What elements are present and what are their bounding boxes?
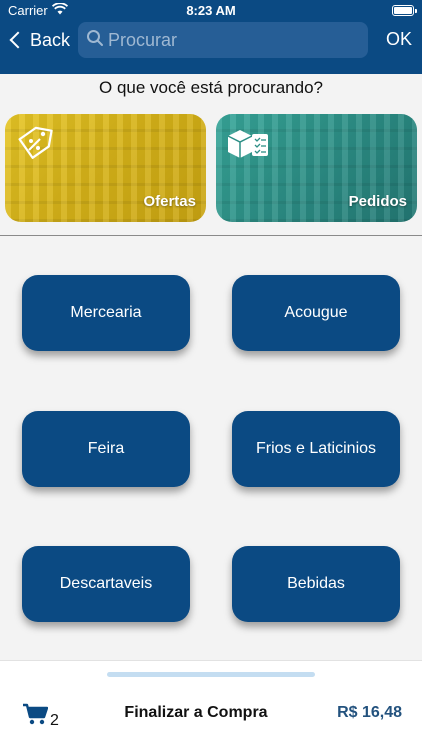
- promo-label-ofertas: Ofertas: [143, 193, 196, 210]
- battery-icon: [392, 5, 417, 16]
- category-acougue[interactable]: Acougue: [232, 275, 400, 351]
- status-bar: Carrier 8:23 AM: [0, 0, 422, 22]
- back-button[interactable]: Back: [8, 28, 70, 52]
- search-bar[interactable]: [78, 22, 368, 58]
- status-time: 8:23 AM: [186, 3, 236, 18]
- checkout-footer: 2 Finalizar a Compra R$ 16,48: [0, 660, 422, 750]
- category-frios-e-laticinios[interactable]: Frios e Laticinios: [232, 411, 400, 487]
- category-feira[interactable]: Feira: [22, 411, 190, 487]
- chevron-left-icon: [9, 31, 27, 49]
- promo-card-ofertas[interactable]: Ofertas: [5, 114, 206, 222]
- tag-percent-icon: [15, 124, 55, 169]
- box-checklist-icon: [226, 124, 272, 169]
- section-divider: [0, 235, 422, 236]
- category-mercearia[interactable]: Mercearia: [22, 275, 190, 351]
- page-question: O que você está procurando?: [99, 78, 323, 97]
- drag-handle[interactable]: [107, 672, 315, 677]
- search-input[interactable]: [108, 29, 348, 51]
- promo-label-pedidos: Pedidos: [348, 193, 407, 210]
- finalize-purchase-button[interactable]: Finalizar a Compra: [0, 704, 392, 722]
- ok-button[interactable]: OK: [386, 29, 412, 50]
- promo-card-pedidos[interactable]: Pedidos: [216, 114, 417, 222]
- finalize-label: Finalizar a Compra: [124, 704, 268, 721]
- cart-total: R$ 16,48: [337, 704, 402, 721]
- category-bebidas[interactable]: Bebidas: [232, 546, 400, 622]
- category-descartaveis[interactable]: Descartaveis: [22, 546, 190, 622]
- search-icon: [86, 29, 104, 52]
- back-label: Back: [30, 29, 71, 50]
- top-bar: Carrier 8:23 AM Back OK: [0, 0, 422, 74]
